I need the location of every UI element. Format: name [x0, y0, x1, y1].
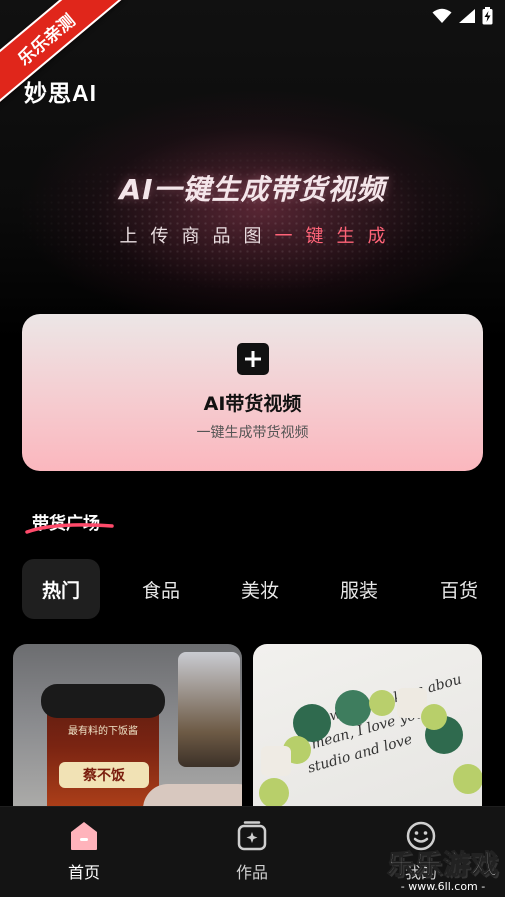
hero-headline: AI一键生成带货视频 — [119, 173, 386, 206]
wifi-icon — [432, 8, 452, 23]
jar-lid-image — [41, 684, 165, 718]
watermark-title: 乐乐游戏 — [387, 850, 499, 882]
create-card-subtitle: 一键生成带货视频 — [196, 425, 309, 441]
tab-general[interactable]: 百货 — [420, 559, 498, 619]
create-video-card[interactable]: AI带货视频 一键生成带货视频 — [22, 314, 483, 471]
tab-food[interactable]: 食品 — [122, 559, 200, 619]
hero-sub-part1: 上传商品图 — [119, 226, 275, 247]
watermark-url: - www.6ll.com - — [400, 880, 486, 893]
tab-hot[interactable]: 热门 — [22, 559, 100, 619]
tab-beauty[interactable]: 美妆 — [221, 559, 299, 619]
category-tabs: 热门 食品 美妆 服装 百货 — [22, 559, 505, 620]
bead-image — [335, 690, 371, 726]
bead-image — [421, 704, 447, 730]
bead-image — [259, 778, 289, 806]
home-icon — [71, 822, 97, 850]
bead-image — [261, 746, 291, 776]
bead-image — [369, 690, 395, 716]
jar-label-text: 最有料的下饭酱 — [68, 726, 138, 737]
create-card-title: AI带货视频 — [203, 393, 302, 415]
hand-image — [143, 784, 242, 806]
hero-sub-part2: 一键生成 — [274, 226, 399, 247]
video-card[interactable]: 最有料的下饭酱 蔡不饭 — [13, 644, 242, 806]
plus-icon — [236, 343, 269, 375]
site-watermark: 乐乐游戏 - www.6ll.com - — [387, 843, 499, 894]
video-feed: 最有料的下饭酱 蔡不饭 ai flowers thinking abou I m… — [0, 644, 505, 806]
battery-icon — [482, 7, 493, 25]
works-icon — [237, 821, 267, 851]
nav-home[interactable]: 首页 — [39, 821, 129, 883]
nav-home-label: 首页 — [67, 863, 100, 882]
app-logo: 妙思AI — [24, 74, 97, 108]
logo-text: 妙思 — [24, 81, 72, 107]
title-underline-swoosh — [25, 523, 114, 534]
bead-image — [453, 764, 482, 794]
status-bar — [432, 7, 493, 25]
jar-brand-text: 蔡不饭 — [59, 762, 149, 788]
nav-works[interactable]: 作品 — [207, 821, 297, 883]
background-jar-image — [178, 652, 240, 767]
tab-clothing[interactable]: 服装 — [320, 559, 398, 619]
logo-ai-text: AI — [72, 80, 97, 106]
nav-works-label: 作品 — [235, 863, 268, 882]
signal-icon — [459, 9, 475, 23]
video-card[interactable]: ai flowers thinking abou I mean, I love … — [253, 644, 482, 806]
hero-subline: 上传商品图一键生成 — [0, 222, 505, 248]
